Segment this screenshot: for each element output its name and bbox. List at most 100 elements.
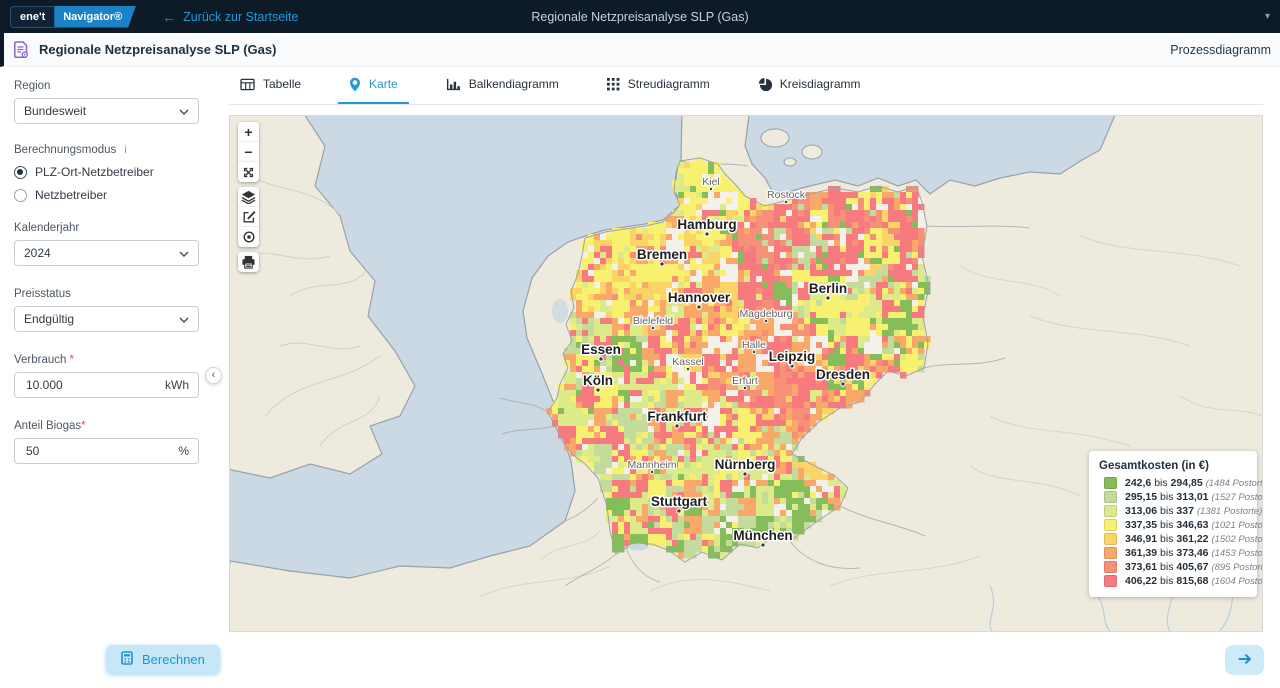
required-marker: *	[81, 420, 85, 432]
verbrauch-unit: kWh	[165, 378, 189, 392]
verbrauch-input[interactable]	[24, 377, 165, 393]
city-label-Essen: Essen	[581, 342, 621, 357]
tab-kreisdiagramm[interactable]: Kreisdiagramm	[747, 66, 872, 104]
anteil-biogas-unit: %	[178, 444, 189, 458]
legend-swatch	[1104, 519, 1117, 531]
map-controls: +−	[238, 122, 259, 272]
top-navbar: Regionale Netzpreisanalyse SLP (Gas) ene…	[0, 0, 1280, 33]
chevron-down-icon[interactable]: ▾	[1265, 11, 1270, 22]
anteil-biogas-input[interactable]	[24, 443, 178, 459]
kalenderjahr-select[interactable]: 2024	[14, 240, 199, 266]
info-icon[interactable]: i	[124, 144, 126, 156]
radio-netzbetreiber[interactable]: Netzbetreiber	[14, 188, 199, 202]
tab-label: Karte	[369, 77, 398, 91]
city-label-Mannheim: Mannheim	[627, 459, 676, 471]
city-label-Kiel: Kiel	[702, 176, 720, 188]
city-label-Rostock: Rostock	[767, 189, 806, 201]
city-label-Kassel: Kassel	[672, 356, 704, 368]
legend-swatch	[1104, 505, 1117, 517]
legend-item: 337,35 bis 346,63 (1021 Postorte)	[1104, 519, 1249, 531]
legend-swatch	[1104, 491, 1117, 503]
tab-label: Tabelle	[263, 77, 301, 91]
tab-label: Streudiagramm	[628, 77, 710, 91]
radio-plz-ort-netzbetreiber[interactable]: PLZ-Ort-Netzbetreiber	[14, 165, 199, 179]
print-icon	[241, 255, 256, 269]
legend-swatch	[1104, 533, 1117, 545]
zoom-in-button[interactable]: +	[238, 122, 259, 142]
page-title: Regionale Netzpreisanalyse SLP (Gas)	[39, 42, 276, 57]
berechnen-button[interactable]: Berechnen	[106, 645, 220, 674]
kalenderjahr-label: Kalenderjahr	[14, 222, 199, 234]
target-icon	[242, 230, 256, 244]
zoom-out-button[interactable]: −	[238, 142, 259, 162]
chevron-down-icon	[179, 312, 189, 326]
city-label-Bielefeld: Bielefeld	[633, 315, 673, 327]
region-select[interactable]: Bundesweit	[14, 98, 199, 124]
sidebar-collapse-button[interactable]: ‹	[205, 367, 222, 384]
city-label-München: München	[733, 528, 792, 543]
legend-swatch	[1104, 575, 1117, 587]
back-label: Zurück zur Startseite	[183, 10, 298, 24]
legend-swatch	[1104, 477, 1117, 489]
berechnen-label: Berechnen	[142, 652, 205, 667]
map-legend: Gesamtkosten (in €) 242,6 bis 294,85 (14…	[1089, 451, 1257, 597]
prozessdiagramm-link[interactable]: Prozessdiagramm	[1170, 43, 1271, 57]
chevron-down-icon	[179, 246, 189, 260]
report-icon	[13, 41, 29, 59]
view-tabs: Tabelle Karte Balkendiagramm Streudiagramm K…	[229, 66, 1263, 105]
legend-item: 313,06 bis 337 (1381 Postorte)	[1104, 505, 1249, 517]
bar-icon	[446, 78, 461, 91]
radio-icon	[14, 189, 27, 202]
city-label-Bremen: Bremen	[637, 247, 687, 262]
radio-label: Netzbetreiber	[35, 188, 107, 202]
brand-navigator: Navigator®	[54, 6, 136, 28]
region-value: Bundesweit	[24, 104, 86, 118]
legend-label: 346,91 bis 361,22 (1502 Postorte)	[1125, 533, 1263, 545]
zoom-in-icon: +	[244, 124, 252, 140]
legend-title: Gesamtkosten (in €)	[1099, 460, 1249, 472]
scatter-icon	[607, 78, 620, 91]
city-label-Frankfurt: Frankfurt	[647, 409, 707, 424]
brand-logo: ene't Navigator®	[10, 6, 136, 28]
next-step-button[interactable]	[1225, 645, 1264, 675]
tab-label: Kreisdiagramm	[780, 77, 861, 91]
legend-label: 313,06 bis 337 (1381 Postorte)	[1125, 505, 1262, 517]
city-label-Berlin: Berlin	[809, 281, 847, 296]
back-link[interactable]: ← Zurück zur Startseite	[162, 10, 298, 24]
legend-label: 361,39 bis 373,46 (1453 Postorte)	[1125, 547, 1263, 559]
preisstatus-label: Preisstatus	[14, 288, 199, 300]
map-container: KielRostockHamburgBremenBerlinHannoverMa…	[229, 115, 1263, 632]
brand-enet: ene't	[10, 6, 54, 28]
tab-balkendiagramm[interactable]: Balkendiagramm	[435, 66, 570, 104]
target-button[interactable]	[238, 227, 259, 247]
edit-icon	[242, 210, 256, 224]
print-button[interactable]	[238, 252, 259, 272]
legend-item: 406,22 bis 815,68 (1604 Postorte)	[1104, 575, 1249, 587]
zoom-out-icon: −	[244, 144, 252, 160]
edit-button[interactable]	[238, 207, 259, 227]
legend-swatch	[1104, 547, 1117, 559]
legend-label: 295,15 bis 313,01 (1527 Postorte)	[1125, 491, 1263, 503]
arrow-right-icon	[1237, 652, 1253, 669]
legend-label: 373,61 bis 405,67 (895 Postorte)	[1125, 561, 1263, 573]
legend-item: 346,91 bis 361,22 (1502 Postorte)	[1104, 533, 1249, 545]
calculator-icon	[121, 651, 133, 668]
legend-item: 242,6 bis 294,85 (1484 Postorte)	[1104, 477, 1249, 489]
city-label-Halle: Halle	[742, 339, 766, 351]
city-label-Nürnberg: Nürnberg	[715, 457, 776, 472]
tab-tabelle[interactable]: Tabelle	[229, 66, 312, 104]
berechnungsmodus-label: Berechnungsmodusi	[14, 144, 199, 156]
expand-button[interactable]	[238, 162, 259, 182]
back-arrow-icon: ←	[162, 10, 176, 24]
tab-streudiagramm[interactable]: Streudiagramm	[596, 66, 721, 104]
preisstatus-select[interactable]: Endgültig	[14, 306, 199, 332]
expand-icon	[242, 166, 255, 179]
tab-karte[interactable]: Karte	[338, 66, 409, 104]
verbrauch-label: Verbrauch*	[14, 354, 199, 366]
main-content: Tabelle Karte Balkendiagramm Streudiagramm K…	[229, 66, 1263, 688]
table-icon	[240, 78, 255, 91]
kalenderjahr-value: 2024	[24, 246, 51, 260]
layers-button[interactable]	[238, 187, 259, 207]
legend-item: 373,61 bis 405,67 (895 Postorte)	[1104, 561, 1249, 573]
legend-swatch	[1104, 561, 1117, 573]
